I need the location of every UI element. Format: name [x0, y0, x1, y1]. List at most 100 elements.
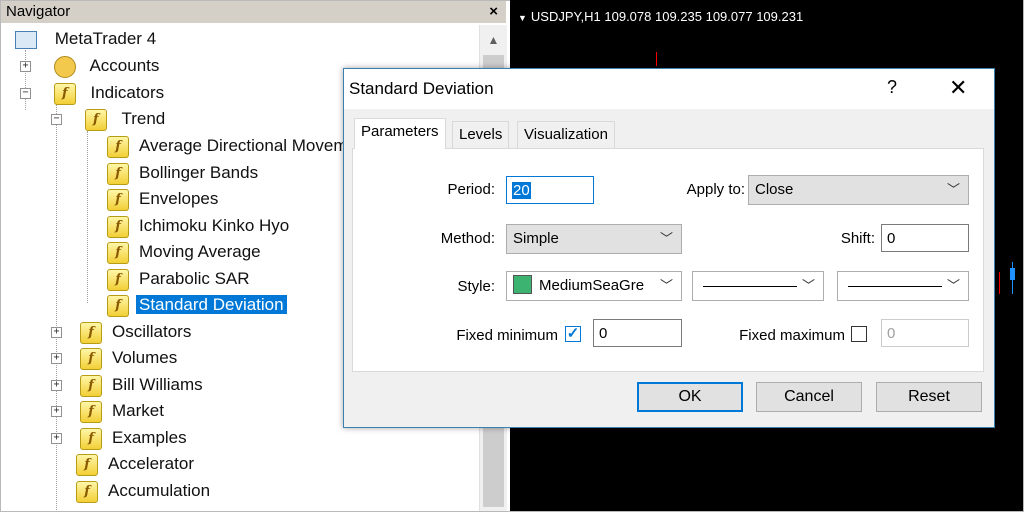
tree-item-indicator[interactable]: f Moving Average [107, 240, 264, 264]
style-line-select[interactable]: ﹀ [692, 271, 824, 301]
indicator-folder-icon: f [53, 82, 76, 105]
custom-indicator-icon: f [76, 480, 98, 503]
style-label: Style: [457, 278, 495, 295]
apply-to-value: Close [755, 181, 794, 198]
style-color-name: MediumSeaGre [539, 277, 645, 294]
line-style-sample [703, 286, 797, 287]
tree-item-label: Accumulation [108, 481, 211, 500]
tree-item-group[interactable]: + f Oscillators [51, 320, 194, 344]
fixed-minimum-input[interactable]: 0 [593, 319, 682, 347]
fixed-maximum-checkbox[interactable] [851, 326, 867, 342]
terminal-icon [15, 30, 37, 49]
tree-item-label: Accelerator [108, 454, 194, 473]
help-icon[interactable]: ? [887, 77, 897, 98]
tree-connector [87, 131, 88, 303]
indicator-folder-icon: f [80, 427, 102, 450]
tree-item-root[interactable]: MetaTrader 4 [15, 27, 159, 51]
expand-icon[interactable]: + [51, 380, 62, 392]
fixed-minimum-label: Fixed minimum [456, 327, 558, 344]
ok-button[interactable]: OK [637, 382, 743, 412]
shift-label: Shift: [840, 230, 875, 247]
chevron-down-icon: ﹀ [659, 231, 673, 246]
tree-item-label: Examples [112, 428, 187, 447]
indicator-icon: f [107, 135, 129, 158]
dropdown-triangle-icon: ▼ [518, 13, 527, 23]
chart-symbol-text: USDJPY,H1 109.078 109.235 109.077 109.23… [530, 9, 804, 24]
standard-deviation-dialog: Standard Deviation ? ✕ Parameters Levels… [343, 68, 995, 428]
tab-parameters[interactable]: Parameters [354, 118, 446, 149]
indicator-icon: f [107, 294, 129, 317]
method-value: Simple [513, 230, 559, 247]
style-color-select[interactable]: MediumSeaGre ﹀ [506, 271, 682, 301]
candle-wick [999, 272, 1000, 294]
tree-item-indicator[interactable]: f Ichimoku Kinko Hyo [107, 214, 292, 238]
expand-icon[interactable]: + [51, 353, 62, 365]
period-input[interactable]: 20 [506, 176, 594, 204]
method-select[interactable]: Simple ﹀ [506, 224, 682, 254]
tree-item-indicator[interactable]: f Accelerator [76, 452, 197, 476]
indicator-folder-icon: f [80, 321, 102, 344]
line-width-sample [848, 286, 942, 287]
close-icon[interactable]: × [489, 1, 498, 23]
expand-icon[interactable]: + [51, 433, 62, 445]
tree-item-label: MetaTrader 4 [54, 29, 157, 48]
tree-item-group[interactable]: + f Volumes [51, 346, 180, 370]
accounts-icon [53, 55, 76, 78]
chevron-down-icon: ﹀ [801, 278, 815, 293]
expand-icon[interactable]: + [51, 327, 62, 339]
apply-to-select[interactable]: Close ﹀ [748, 175, 969, 205]
navigator-header: Navigator × [1, 1, 506, 23]
apply-to-label: Apply to: [686, 181, 745, 198]
indicator-folder-icon: f [80, 347, 102, 370]
tree-item-label: Bollinger Bands [139, 163, 259, 182]
fixed-maximum-input: 0 [881, 319, 969, 347]
indicator-folder-icon: f [84, 108, 107, 131]
fixed-maximum-label: Fixed maximum [739, 327, 845, 344]
chart-symbol-line: ▼ USDJPY,H1 109.078 109.235 109.077 109.2… [518, 9, 803, 24]
tab-levels[interactable]: Levels [452, 121, 510, 148]
indicator-icon: f [107, 215, 129, 238]
period-label: Period: [447, 181, 495, 198]
indicator-icon: f [107, 268, 129, 291]
fixed-minimum-checkbox[interactable]: ✓ [565, 326, 581, 342]
tree-item-label: Indicators [90, 83, 165, 102]
tree-item-label: Oscillators [112, 322, 192, 341]
indicator-folder-icon: f [80, 374, 102, 397]
tree-item-indicator[interactable]: f Accumulation [76, 479, 213, 503]
tree-item-indicator[interactable]: f Parabolic SAR [107, 267, 253, 291]
tree-item-label: Moving Average [139, 242, 261, 261]
collapse-icon[interactable]: − [20, 88, 31, 100]
candle-wick [656, 52, 657, 66]
method-label: Method: [440, 230, 495, 247]
tree-item-group[interactable]: + f Examples [51, 426, 190, 450]
tree-item-label: Bill Williams [112, 375, 203, 394]
chevron-down-icon: ﹀ [659, 278, 673, 293]
tree-item-accounts[interactable]: + Accounts [20, 54, 162, 78]
custom-indicator-icon: f [76, 453, 98, 476]
color-swatch [513, 275, 532, 295]
tree-item-indicator[interactable]: f Bollinger Bands [107, 161, 261, 185]
reset-button[interactable]: Reset [876, 382, 982, 412]
tree-item-indicator-selected[interactable]: f Standard Deviation [107, 293, 287, 317]
candle-body [1010, 268, 1015, 280]
expand-icon[interactable]: + [51, 406, 62, 418]
cancel-button[interactable]: Cancel [756, 382, 862, 412]
close-icon[interactable]: ✕ [949, 75, 967, 101]
tree-item-trend[interactable]: − f Trend [51, 107, 168, 131]
tab-visualization[interactable]: Visualization [517, 121, 615, 148]
scroll-up-icon[interactable]: ▲ [480, 25, 507, 53]
collapse-icon[interactable]: − [51, 114, 62, 126]
tree-item-label: Trend [121, 109, 166, 128]
indicator-icon: f [107, 162, 129, 185]
expand-icon[interactable]: + [20, 61, 31, 73]
tree-item-indicator[interactable]: f Envelopes [107, 187, 221, 211]
dialog-titlebar: Standard Deviation ? ✕ [344, 69, 994, 109]
tree-item-label: Volumes [112, 348, 178, 367]
dialog-title: Standard Deviation [349, 79, 494, 98]
style-width-select[interactable]: ﹀ [837, 271, 969, 301]
tree-item-group[interactable]: + f Bill Williams [51, 373, 206, 397]
shift-input[interactable]: 0 [881, 224, 969, 252]
tree-item-group[interactable]: + f Market [51, 399, 167, 423]
tree-item-label: Parabolic SAR [139, 269, 250, 288]
tree-item-indicators[interactable]: − f Indicators [20, 81, 167, 105]
